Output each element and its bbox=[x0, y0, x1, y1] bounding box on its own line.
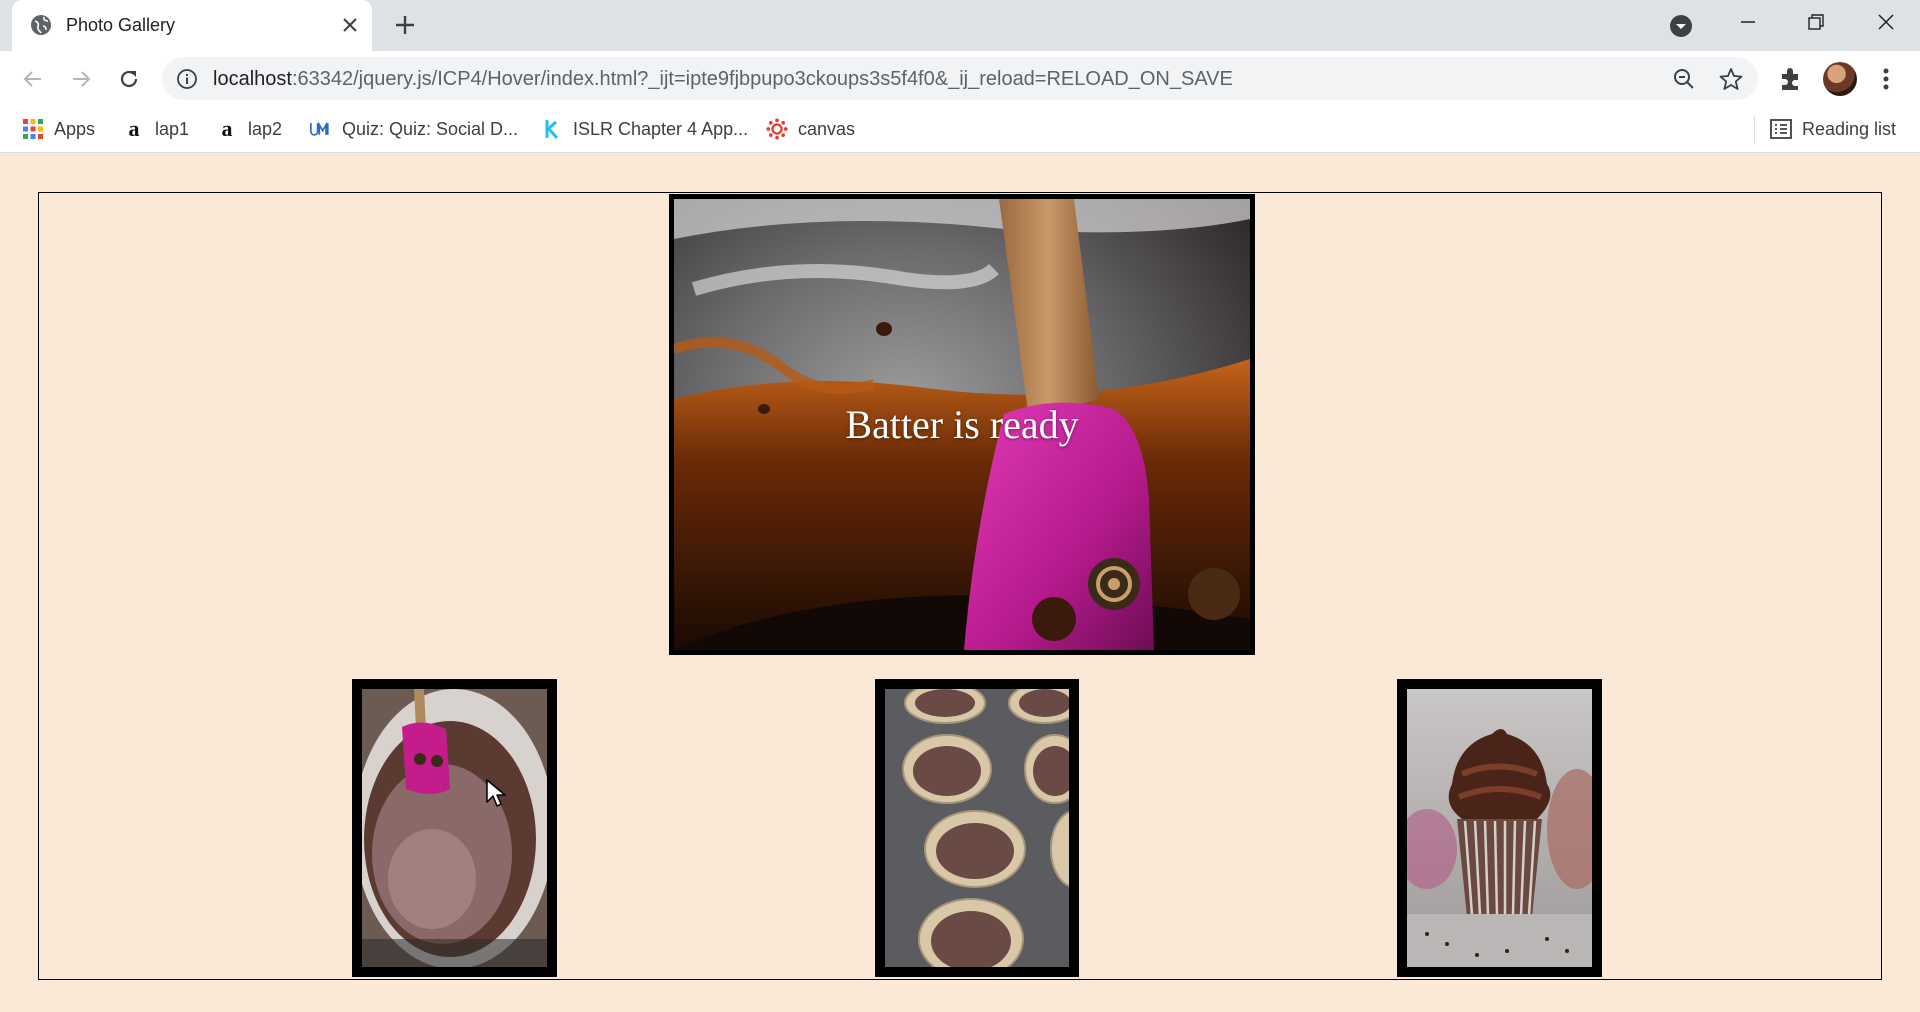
bookmark-canvas[interactable]: canvas bbox=[766, 116, 855, 142]
reload-icon bbox=[120, 70, 138, 88]
reading-list-label: Reading list bbox=[1802, 118, 1897, 139]
extensions-puzzle-icon[interactable] bbox=[1777, 65, 1805, 93]
close-tab-icon[interactable] bbox=[338, 13, 362, 37]
minimize-button[interactable] bbox=[1714, 0, 1782, 44]
new-tab-icon[interactable] bbox=[392, 12, 418, 38]
close-window-icon bbox=[1878, 14, 1894, 30]
thumb-cupcake-tin[interactable] bbox=[875, 679, 1079, 977]
bookmark-lap2[interactable]: a lap2 bbox=[216, 116, 283, 142]
url-text[interactable]: localhost:63342/jquery.js/ICP4/Hover/ind… bbox=[213, 68, 1233, 91]
reload-button[interactable] bbox=[114, 64, 144, 94]
profile-avatar[interactable] bbox=[1823, 62, 1857, 96]
url-path: :63342/jquery.js/ICP4/Hover/index.html?_… bbox=[291, 68, 1233, 90]
url-host: localhost bbox=[213, 68, 292, 90]
minimize-icon bbox=[1741, 21, 1755, 23]
amazon-icon: a bbox=[128, 116, 140, 141]
bookmark-label: lap2 bbox=[248, 118, 283, 139]
bookmark-star-icon[interactable] bbox=[1718, 66, 1744, 92]
reading-list-button[interactable]: Reading list bbox=[1770, 116, 1896, 142]
mouse-cursor-icon bbox=[486, 779, 506, 807]
tab-search-icon[interactable] bbox=[1668, 13, 1694, 39]
amazon-icon: a bbox=[221, 116, 233, 141]
restore-icon bbox=[1808, 14, 1824, 30]
bookmark-label: ISLR Chapter 4 App... bbox=[573, 118, 749, 139]
back-arrow-icon bbox=[23, 71, 41, 87]
forward-arrow-icon bbox=[73, 71, 91, 87]
back-button[interactable] bbox=[18, 64, 48, 94]
kaggle-icon bbox=[541, 118, 563, 140]
bookmark-islr[interactable]: ISLR Chapter 4 App... bbox=[541, 116, 748, 142]
bookmark-apps[interactable]: Apps bbox=[22, 116, 95, 142]
address-bar[interactable]: localhost:63342/jquery.js/ICP4/Hover/ind… bbox=[162, 57, 1758, 100]
bookmark-lap1[interactable]: a lap1 bbox=[123, 116, 190, 142]
cupcake-tin-photo bbox=[885, 689, 1069, 967]
thumb-batter-bowl[interactable] bbox=[352, 679, 557, 977]
zoom-icon[interactable] bbox=[1672, 67, 1696, 91]
frosted-cupcake-photo bbox=[1407, 689, 1592, 967]
globe-icon bbox=[31, 15, 51, 35]
tab-photo-gallery[interactable]: Photo Gallery bbox=[12, 0, 372, 51]
bookmark-label: Apps bbox=[54, 118, 96, 139]
restore-button[interactable] bbox=[1782, 0, 1850, 44]
bookmark-label: canvas bbox=[798, 118, 856, 139]
umkc-icon bbox=[310, 118, 332, 140]
main-image-caption: Batter is ready bbox=[845, 402, 1079, 447]
close-window-button[interactable] bbox=[1852, 0, 1920, 44]
bookmark-label: Quiz: Quiz: Social D... bbox=[342, 118, 519, 139]
more-menu-icon[interactable] bbox=[1873, 65, 1899, 93]
browser-toolbar: localhost:63342/jquery.js/ICP4/Hover/ind… bbox=[0, 51, 1920, 106]
main-image: Batter is ready bbox=[669, 194, 1255, 655]
reading-list-icon bbox=[1770, 118, 1792, 140]
bookmark-label: lap1 bbox=[155, 118, 190, 139]
bookmarks-bar: Apps a lap1 a lap2 Quiz: Quiz: Social D.… bbox=[0, 106, 1920, 153]
batter-bowl-photo bbox=[362, 689, 547, 967]
site-info-icon[interactable] bbox=[176, 68, 198, 90]
bookmarks-divider bbox=[1754, 116, 1755, 144]
forward-button[interactable] bbox=[66, 64, 96, 94]
thumb-frosted-cupcake[interactable] bbox=[1397, 679, 1602, 977]
tab-title: Photo Gallery bbox=[66, 15, 176, 35]
bookmark-quiz[interactable]: Quiz: Quiz: Social D... bbox=[310, 116, 518, 142]
photo-gallery: Batter is ready bbox=[38, 192, 1882, 980]
tab-strip: Photo Gallery bbox=[0, 0, 1920, 51]
canvas-icon bbox=[766, 118, 788, 140]
apps-grid-icon bbox=[22, 118, 44, 140]
